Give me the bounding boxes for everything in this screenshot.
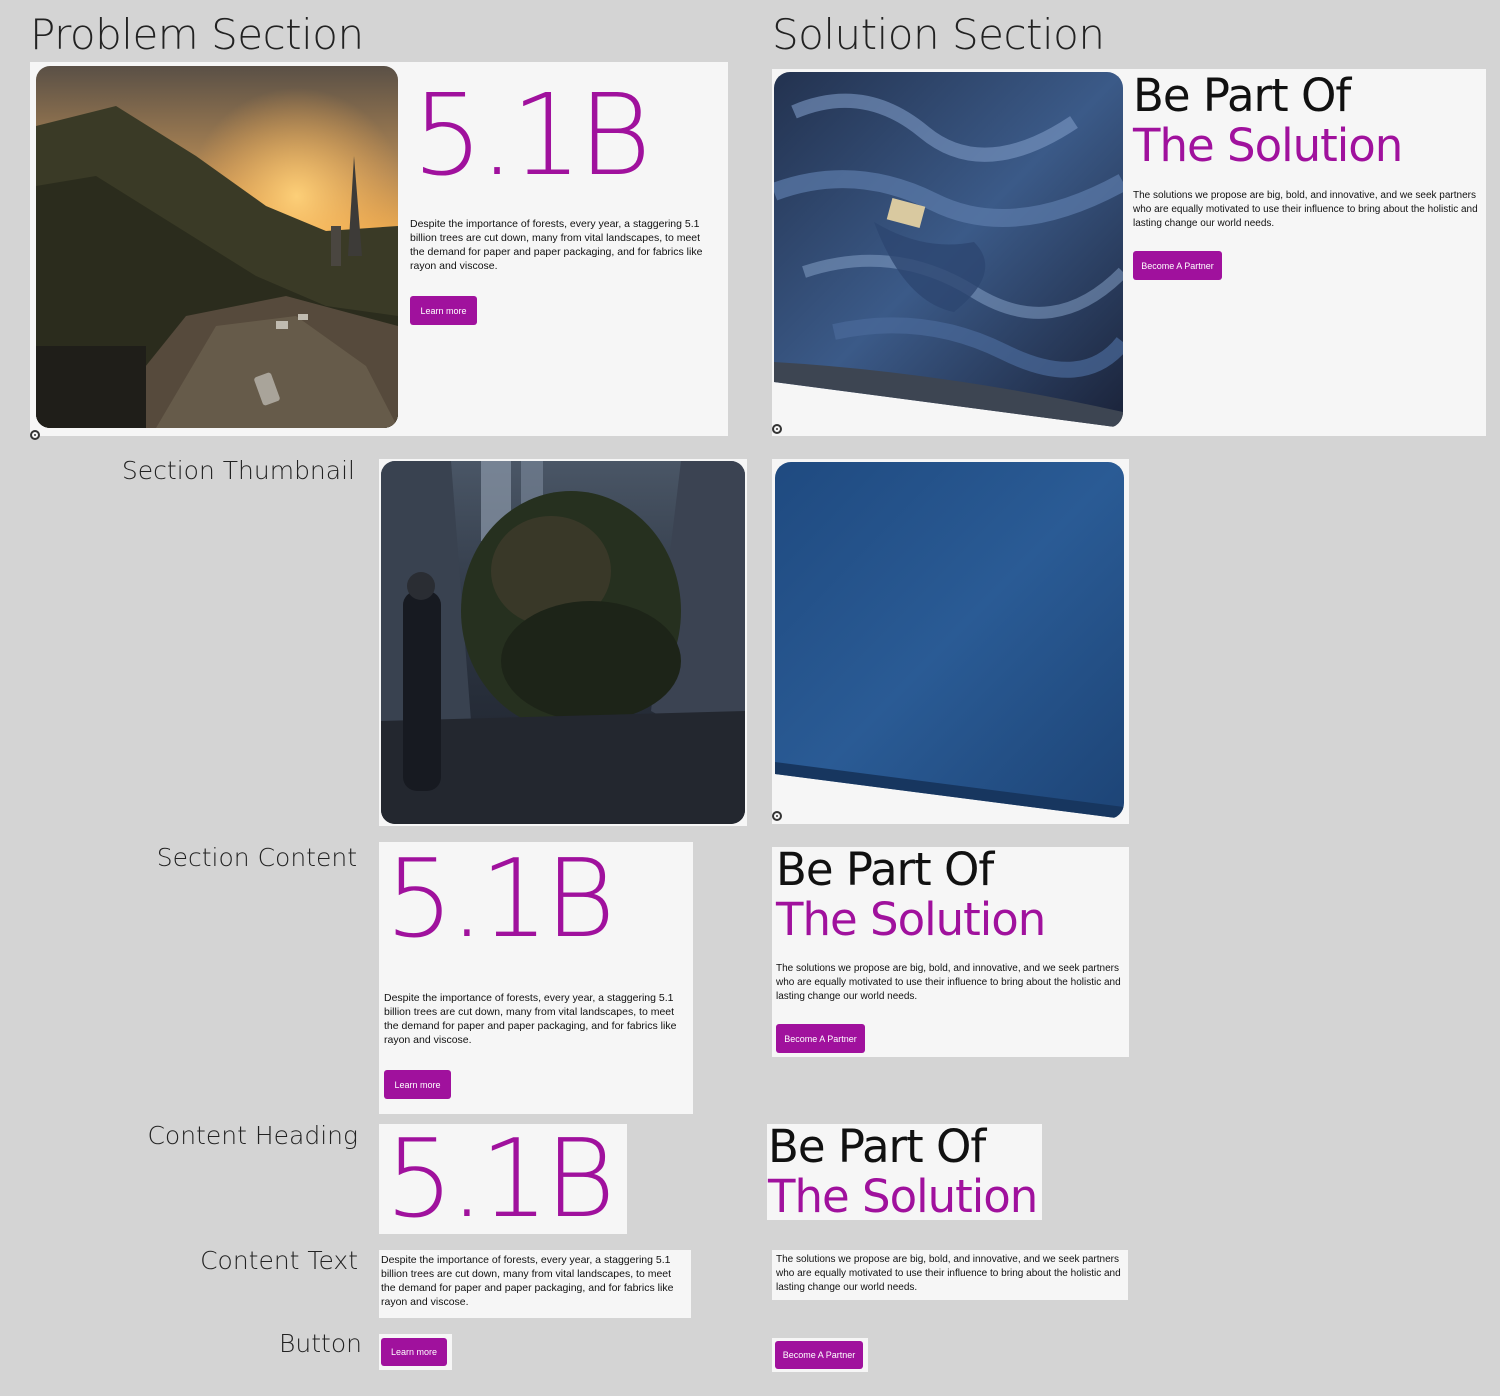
problem-content-text: Despite the importance of forests, every…: [410, 218, 703, 272]
row-label-button: Button: [279, 1329, 362, 1358]
problem-button-panel: Learn more: [379, 1334, 452, 1370]
solution-heading-line1: Be Part Of: [776, 843, 994, 896]
problem-thumbnail-panel: [379, 459, 747, 826]
solution-heading: Be Part Of The Solution: [1133, 69, 1403, 172]
solution-heading-panel: Be Part Of The Solution: [767, 1120, 1042, 1223]
become-a-partner-button[interactable]: Become A Partner: [1133, 251, 1222, 280]
row-label-heading: Content Heading: [147, 1121, 358, 1150]
solution-heading: Be Part Of The Solution: [776, 843, 1046, 946]
row-label-text: Content Text: [200, 1246, 358, 1275]
solution-button-panel: Become A Partner: [772, 1338, 868, 1372]
learn-more-button[interactable]: Learn more: [381, 1338, 447, 1366]
solution-content-text: The solutions we propose are big, bold, …: [776, 963, 1121, 1002]
blue-fabric-photo: [775, 462, 1124, 819]
problem-text-panel: Despite the importance of forests, every…: [379, 1250, 691, 1318]
problem-stat-heading: 5.1B: [412, 71, 651, 201]
sunset-city-photo: [36, 66, 398, 428]
solution-section-panel: Be Part Of The Solution The solutions we…: [772, 69, 1486, 436]
problem-stat-heading: 5.1B: [385, 837, 615, 962]
solution-content-panel: Be Part Of The Solution The solutions we…: [772, 843, 1129, 1057]
solution-content-text: The solutions we propose are big, bold, …: [1133, 190, 1478, 229]
record-icon: [30, 430, 40, 440]
become-a-partner-button[interactable]: Become A Partner: [775, 1341, 863, 1369]
solution-heading-line2: The Solution: [768, 1169, 1038, 1223]
solution-text-panel: The solutions we propose are big, bold, …: [772, 1250, 1128, 1300]
solution-thumbnail-panel: [772, 459, 1129, 824]
problem-content-panel: 5.1B Despite the importance of forests, …: [379, 842, 693, 1114]
record-icon: [772, 424, 782, 434]
solution-heading-line1: Be Part Of: [1133, 69, 1351, 122]
row-label-content: Section Content: [156, 843, 357, 872]
problem-content-text: Despite the importance of forests, every…: [381, 1254, 674, 1308]
problem-content-text: Despite the importance of forests, every…: [384, 992, 677, 1046]
become-a-partner-button[interactable]: Become A Partner: [776, 1024, 865, 1053]
record-icon: [772, 811, 782, 821]
row-label-thumbnail: Section Thumbnail: [121, 456, 355, 485]
denim-pile-photo: [774, 72, 1123, 428]
learn-more-button[interactable]: Learn more: [384, 1070, 451, 1099]
problem-section-panel: 5.1B Despite the importance of forests, …: [30, 62, 728, 440]
problem-heading-panel: 5.1B: [379, 1124, 627, 1234]
solution-heading-line1: Be Part Of: [768, 1120, 986, 1173]
solution-heading-line2: The Solution: [1133, 118, 1403, 172]
solution-heading: Be Part Of The Solution: [768, 1120, 1038, 1223]
forest-street-photo: [381, 461, 745, 824]
solution-heading-line2: The Solution: [776, 892, 1046, 946]
problem-stat-heading: 5.1B: [385, 1117, 615, 1242]
solution-content-text: The solutions we propose are big, bold, …: [776, 1254, 1121, 1293]
learn-more-button[interactable]: Learn more: [410, 296, 477, 325]
solution-section-title: Solution Section: [772, 10, 1105, 59]
problem-section-title: Problem Section: [30, 10, 364, 59]
